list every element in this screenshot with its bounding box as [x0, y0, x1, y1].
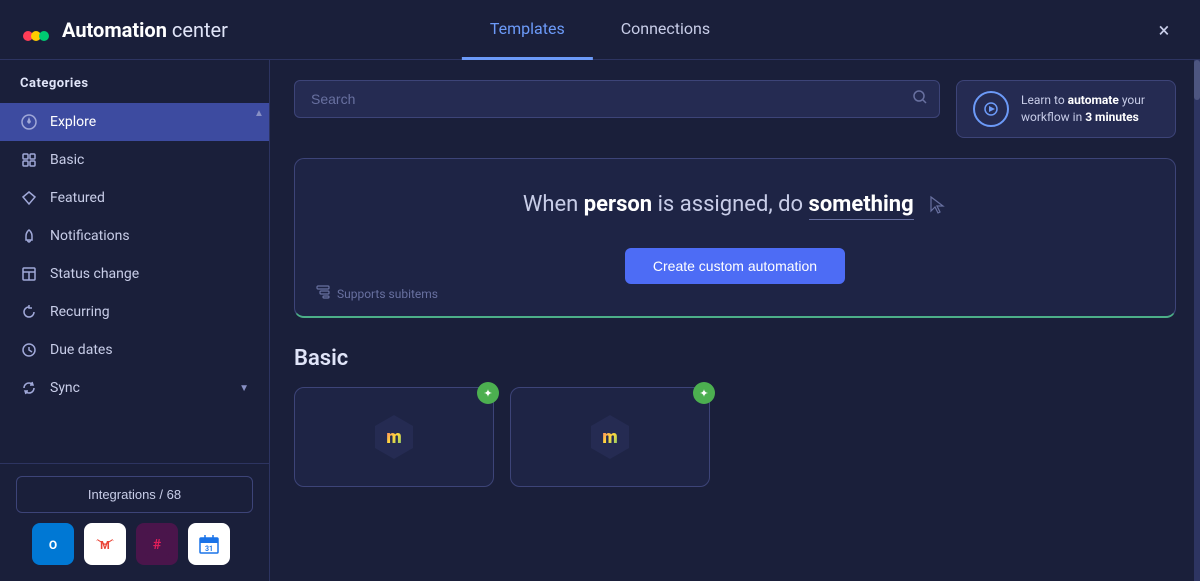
automation-sentence: When person is assigned, do something — [523, 192, 947, 220]
scroll-indicator-top: ▲ — [255, 103, 263, 123]
monday-logo-1: m — [386, 427, 402, 448]
sidebar: Categories ▲ Explore — [0, 60, 270, 581]
integrations-button[interactable]: Integrations / 68 — [16, 476, 253, 513]
diamond-icon — [20, 189, 38, 207]
tab-connections[interactable]: Connections — [593, 0, 738, 60]
template-card-2[interactable]: ✦ m — [510, 387, 710, 487]
clock-icon — [20, 341, 38, 359]
card-badge-2: ✦ — [693, 382, 715, 404]
compass-icon — [20, 113, 38, 131]
svg-text:M: M — [100, 539, 110, 552]
sidebar-item-recurring[interactable]: Recurring — [0, 293, 269, 331]
sidebar-item-basic-label: Basic — [50, 152, 249, 168]
search-icon — [912, 89, 928, 109]
learn-card[interactable]: Learn to automate yourworkflow in 3 minu… — [956, 80, 1176, 138]
header: Automation center Templates Connections … — [0, 0, 1200, 60]
chevron-down-icon: ▼ — [239, 383, 249, 394]
app-title: Automation center — [62, 18, 228, 42]
card-logo-hex-2: m — [588, 415, 632, 459]
body: Categories ▲ Explore — [0, 60, 1200, 581]
sidebar-item-sync[interactable]: Sync ▼ — [0, 369, 269, 407]
sidebar-item-basic[interactable]: Basic — [0, 141, 269, 179]
right-scrollbar[interactable] — [1194, 60, 1200, 581]
sidebar-item-featured-label: Featured — [50, 190, 249, 206]
svg-text:O: O — [49, 538, 57, 552]
gmail-integration-icon[interactable]: M — [84, 523, 126, 565]
svg-text:#: # — [153, 537, 162, 553]
sidebar-item-notifications[interactable]: Notifications — [0, 217, 269, 255]
play-button-icon — [973, 91, 1009, 127]
outlook-integration-icon[interactable]: O — [32, 523, 74, 565]
search-box — [294, 80, 940, 118]
categories-label: Categories — [0, 76, 269, 103]
tab-templates[interactable]: Templates — [462, 0, 593, 60]
cursor-icon — [927, 195, 947, 215]
search-input[interactable] — [294, 80, 940, 118]
basic-section-title: Basic — [294, 346, 1176, 371]
sidebar-scroll: ▲ Explore — [0, 103, 269, 463]
card-badge-1: ✦ — [477, 382, 499, 404]
close-button[interactable]: × — [1148, 14, 1180, 46]
card-logo-hex-1: m — [372, 415, 416, 459]
learn-card-text: Learn to automate yourworkflow in 3 minu… — [1021, 92, 1145, 126]
sidebar-item-due-dates-label: Due dates — [50, 342, 249, 358]
main-content: Learn to automate yourworkflow in 3 minu… — [270, 60, 1200, 581]
logo-area: Automation center — [20, 14, 228, 46]
svg-text:31: 31 — [205, 545, 213, 553]
monday-logo-2: m — [602, 427, 618, 448]
slack-integration-icon[interactable]: # — [136, 523, 178, 565]
refresh-icon — [20, 303, 38, 321]
sidebar-item-featured[interactable]: Featured — [0, 179, 269, 217]
custom-automation-card: When person is assigned, do something Cr… — [294, 158, 1176, 318]
template-card-1[interactable]: ✦ m — [294, 387, 494, 487]
subitems-label: Supports subitems — [337, 287, 438, 301]
sidebar-item-sync-label: Sync — [50, 380, 227, 396]
sidebar-item-explore[interactable]: Explore — [0, 103, 269, 141]
right-scrollbar-thumb — [1194, 60, 1200, 100]
sync-icon — [20, 379, 38, 397]
integration-icons-row: O M # — [16, 513, 253, 569]
sidebar-item-notifications-label: Notifications — [50, 228, 249, 244]
sidebar-bottom: Integrations / 68 O M — [0, 463, 269, 581]
sidebar-item-due-dates[interactable]: Due dates — [0, 331, 269, 369]
bell-icon — [20, 227, 38, 245]
gcal-integration-icon[interactable]: 31 — [188, 523, 230, 565]
sidebar-item-status-change-label: Status change — [50, 266, 249, 282]
top-bar: Learn to automate yourworkflow in 3 minu… — [294, 80, 1176, 138]
table-icon — [20, 265, 38, 283]
sidebar-item-explore-label: Explore — [50, 114, 249, 130]
monday-logo-icon — [20, 14, 52, 46]
supports-subitems: Supports subitems — [315, 284, 438, 304]
basic-cards-row: ✦ m ✦ m — [294, 387, 1176, 487]
sidebar-item-recurring-label: Recurring — [50, 304, 249, 320]
grid-icon — [20, 151, 38, 169]
create-custom-automation-button[interactable]: Create custom automation — [625, 248, 845, 284]
header-tabs: Templates Connections — [462, 0, 738, 60]
subitems-icon — [315, 284, 331, 304]
basic-section: Basic ✦ m ✦ m — [294, 346, 1176, 487]
sidebar-item-status-change[interactable]: Status change — [0, 255, 269, 293]
